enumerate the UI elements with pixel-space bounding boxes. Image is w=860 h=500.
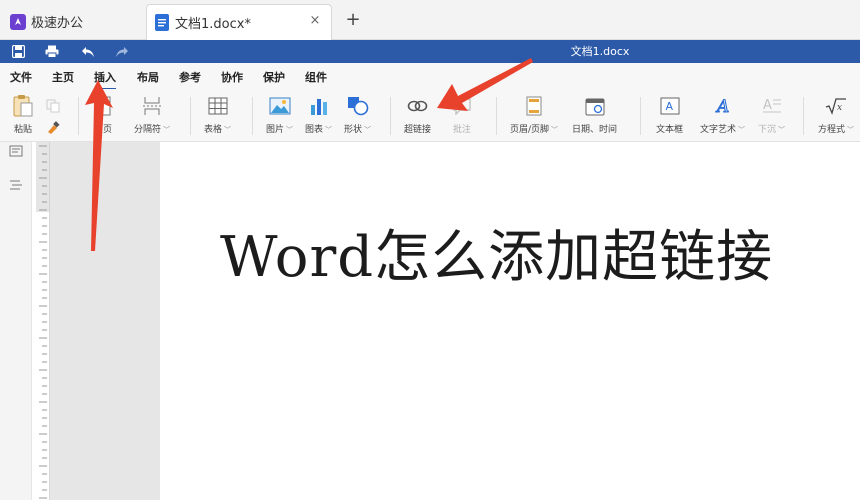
svg-text:A: A (763, 98, 772, 113)
separator (78, 97, 79, 135)
separator (640, 97, 641, 135)
menu-collaborate[interactable]: 协作 (221, 69, 243, 85)
document-page[interactable]: Word怎么添加超链接 (160, 142, 860, 500)
chart-label: 图表 ﹀ (305, 125, 333, 135)
table-icon (205, 95, 231, 117)
hyperlink-button[interactable]: 超链接 (404, 95, 431, 139)
menu-home[interactable]: 主页 (52, 69, 74, 85)
text-box-icon: A (657, 95, 683, 117)
text-box-label: 文本框 (656, 125, 684, 135)
document-body-text[interactable]: Word怎么添加超链接 (220, 212, 773, 293)
separator (496, 97, 497, 135)
square-root-icon: x (823, 95, 849, 117)
new-tab-button[interactable]: + (343, 10, 363, 30)
svg-text:A: A (715, 97, 729, 116)
rocket-icon (10, 13, 26, 30)
document-icon (155, 14, 169, 31)
insert-ribbon: 粘贴 白页 分隔符 ﹀ 表格 ﹀ 图片 ﹀ 图表 ﹀ 形状 ﹀ 超链接 批注 页… (0, 89, 860, 142)
date-time-label: 日期、时间 (572, 125, 618, 135)
drop-cap-button[interactable]: A 下沉 ﹀ (758, 95, 785, 139)
title-bar: 文档1.docx (0, 40, 860, 63)
tab-strip: 极速办公 文档1.docx* × + (0, 0, 860, 40)
equation-button[interactable]: x 方程式 ﹀ (818, 95, 854, 139)
blank-page-icon (90, 95, 116, 117)
equation-label: 方程式 ﹀ (818, 125, 855, 135)
word-art-icon: A (710, 95, 736, 117)
page-break-label: 分隔符 ﹀ (134, 125, 171, 135)
page-break-icon (139, 95, 165, 117)
app-tab-label: 极速办公 (31, 16, 84, 31)
hyperlink-label: 超链接 (404, 125, 432, 135)
page-break-button[interactable]: 分隔符 ﹀ (134, 95, 170, 139)
image-icon (267, 95, 293, 117)
menu-bar: 文件 主页 插入 布局 参考 协作 保护 组件 (0, 63, 860, 90)
menu-insert[interactable]: 插入 (94, 69, 116, 90)
svg-text:x: x (837, 103, 842, 113)
date-time-button[interactable]: 日期、时间 (572, 95, 617, 139)
menu-file[interactable]: 文件 (10, 69, 32, 85)
calendar-icon (582, 95, 608, 117)
header-footer-button[interactable]: 页眉/页脚 ﹀ (510, 95, 558, 139)
comment-label: 批注 (452, 125, 471, 135)
table-label: 表格 ﹀ (204, 125, 232, 135)
image-label: 图片 ﹀ (266, 125, 294, 135)
blank-page-button[interactable]: 白页 (90, 95, 116, 139)
navigation-icon[interactable] (9, 176, 23, 195)
comments-panel-icon[interactable] (9, 144, 23, 163)
left-side-panel (0, 142, 32, 500)
drop-cap-label: 下沉 ﹀ (758, 125, 786, 135)
clipboard-icon (10, 95, 36, 117)
link-icon (405, 95, 431, 117)
table-button[interactable]: 表格 ﹀ (204, 95, 231, 139)
word-art-label: 文字艺术 ﹀ (700, 125, 746, 135)
svg-text:A: A (665, 100, 673, 113)
separator (390, 97, 391, 135)
menu-protect[interactable]: 保护 (263, 69, 285, 85)
vertical-ruler (36, 142, 50, 500)
document-tab[interactable]: 文档1.docx* × (146, 4, 332, 40)
ruler-ticks (36, 142, 50, 499)
workspace-background (50, 142, 160, 500)
header-footer-label: 页眉/页脚 ﹀ (510, 125, 559, 135)
menu-references[interactable]: 参考 (179, 69, 201, 85)
text-box-button[interactable]: A 文本框 (656, 95, 683, 139)
blank-page-label: 白页 (93, 125, 112, 135)
header-footer-icon (521, 95, 547, 117)
image-button[interactable]: 图片 ﹀ (266, 95, 293, 139)
document-tab-label: 文档1.docx* (175, 17, 251, 32)
menu-components[interactable]: 组件 (305, 69, 327, 85)
word-art-button[interactable]: A 文字艺术 ﹀ (700, 95, 745, 139)
paste-button[interactable]: 粘贴 (10, 95, 36, 139)
shape-button[interactable]: 形状 ﹀ (344, 95, 371, 139)
paste-label: 粘贴 (13, 125, 32, 135)
shapes-icon (345, 95, 371, 117)
separator (803, 97, 804, 135)
separator (252, 97, 253, 135)
separator (190, 97, 191, 135)
drop-cap-icon: A (759, 95, 785, 117)
app-tab[interactable]: 极速办公 (0, 3, 142, 40)
shape-label: 形状 ﹀ (344, 125, 372, 135)
chart-button[interactable]: 图表 ﹀ (305, 95, 332, 139)
comment-button[interactable]: 批注 (449, 95, 475, 139)
window-title: 文档1.docx (570, 45, 630, 58)
close-tab-icon[interactable]: × (307, 13, 323, 29)
comment-icon (449, 95, 475, 117)
bar-chart-icon (306, 95, 332, 117)
menu-layout[interactable]: 布局 (137, 69, 159, 85)
